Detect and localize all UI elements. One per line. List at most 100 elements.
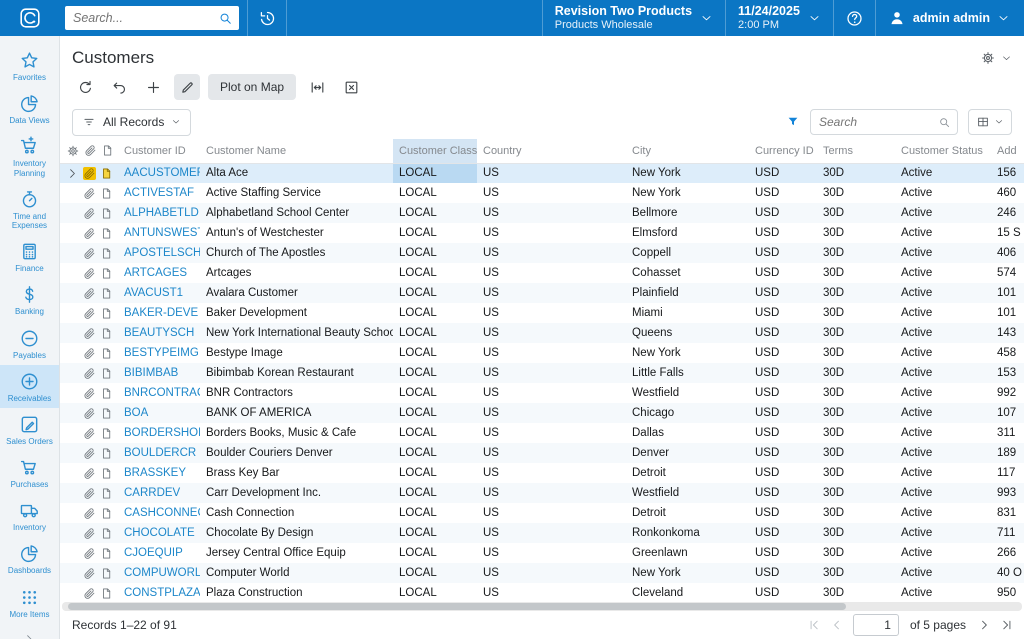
customer-class-cell[interactable]: LOCAL [393,203,477,223]
row-expand-icon[interactable] [66,307,79,320]
paperclip-icon[interactable] [83,287,96,300]
city-cell[interactable]: Detroit [626,503,749,523]
table-row[interactable]: CONSTPLAZA Plaza Construction LOCAL US C… [60,583,1024,600]
row-expand-icon[interactable] [66,407,79,420]
country-cell[interactable]: US [477,283,626,303]
customer-id-link[interactable]: CHOCOLATE [124,527,195,539]
address-cell[interactable]: 101 [991,303,1024,323]
sidebar-expand-button[interactable] [0,624,59,639]
customer-id-link[interactable]: BOA [124,407,148,419]
country-cell[interactable]: US [477,463,626,483]
paperclip-icon[interactable] [83,166,96,180]
status-cell[interactable]: Active [895,383,991,403]
status-cell[interactable]: Active [895,203,991,223]
customer-class-cell[interactable]: LOCAL [393,483,477,503]
address-cell[interactable]: 266 [991,543,1024,563]
customer-name-cell[interactable]: BNR Contractors [200,383,393,403]
column-header-customer-name[interactable]: Customer Name [200,139,393,164]
currency-cell[interactable]: USD [749,323,817,343]
city-cell[interactable]: Miami [626,303,749,323]
undo-button[interactable] [106,74,132,100]
status-cell[interactable]: Active [895,483,991,503]
row-expand-icon[interactable] [66,527,79,540]
customer-id-link[interactable]: APOSTELSCH [124,247,200,259]
row-expand-icon[interactable] [66,507,79,520]
table-row[interactable]: COMPUWORLD Computer World LOCAL US New Y… [60,563,1024,583]
currency-cell[interactable]: USD [749,423,817,443]
note-icon[interactable] [100,427,113,440]
note-icon[interactable] [100,487,113,500]
city-cell[interactable]: Bellmore [626,203,749,223]
terms-cell[interactable]: 30D [817,443,895,463]
customer-class-cell[interactable]: LOCAL [393,323,477,343]
row-expand-icon[interactable] [66,567,79,580]
customer-class-cell[interactable]: LOCAL [393,163,477,183]
table-row[interactable]: CARRDEV Carr Development Inc. LOCAL US W… [60,483,1024,503]
city-cell[interactable]: Denver [626,443,749,463]
customer-name-cell[interactable]: New York International Beauty School Ltd [200,323,393,343]
table-row[interactable]: BESTYPEIMG Bestype Image LOCAL US New Yo… [60,343,1024,363]
currency-cell[interactable]: USD [749,583,817,600]
terms-cell[interactable]: 30D [817,363,895,383]
customer-class-cell[interactable]: LOCAL [393,223,477,243]
scrollbar-thumb[interactable] [68,603,846,610]
paperclip-icon[interactable] [83,567,96,580]
customer-class-cell[interactable]: LOCAL [393,303,477,323]
note-icon[interactable] [100,207,113,220]
note-icon[interactable] [100,447,113,460]
status-cell[interactable]: Active [895,583,991,600]
column-header-currency-id[interactable]: Currency ID [749,139,817,164]
terms-cell[interactable]: 30D [817,463,895,483]
row-expand-icon[interactable] [66,547,79,560]
address-cell[interactable]: 574 [991,263,1024,283]
currency-cell[interactable]: USD [749,163,817,183]
row-expand-icon[interactable] [66,247,79,260]
status-cell[interactable]: Active [895,243,991,263]
currency-cell[interactable]: USD [749,383,817,403]
currency-cell[interactable]: USD [749,183,817,203]
city-cell[interactable]: Cleveland [626,583,749,600]
sidebar-item-inventory-planning[interactable]: Inventory Planning [0,130,59,182]
customer-name-cell[interactable]: Cash Connection [200,503,393,523]
customer-id-link[interactable]: ALPHABETLD [124,207,199,219]
city-cell[interactable]: New York [626,343,749,363]
column-header-customer-class[interactable]: Customer Class [393,139,477,164]
city-cell[interactable]: New York [626,183,749,203]
add-record-button[interactable] [140,74,166,100]
row-expand-icon[interactable] [66,487,79,500]
status-cell[interactable]: Active [895,363,991,383]
terms-cell[interactable]: 30D [817,183,895,203]
city-cell[interactable]: Queens [626,323,749,343]
customer-name-cell[interactable]: Active Staffing Service [200,183,393,203]
table-row[interactable]: ACTIVESTAF Active Staffing Service LOCAL… [60,183,1024,203]
country-cell[interactable]: US [477,203,626,223]
address-cell[interactable]: 40 O [991,563,1024,583]
customer-id-link[interactable]: BNRCONTRAC [124,387,200,399]
customer-name-cell[interactable]: Computer World [200,563,393,583]
customer-id-link[interactable]: ARTCAGES [124,267,187,279]
customer-class-cell[interactable]: LOCAL [393,263,477,283]
status-cell[interactable]: Active [895,343,991,363]
status-cell[interactable]: Active [895,463,991,483]
paperclip-icon[interactable] [83,467,96,480]
terms-cell[interactable]: 30D [817,543,895,563]
table-row[interactable]: BOA BANK OF AMERICA LOCAL US Chicago USD… [60,403,1024,423]
table-row[interactable]: CHOCOLATE Chocolate By Design LOCAL US R… [60,523,1024,543]
customer-name-cell[interactable]: Alphabetland School Center [200,203,393,223]
customer-name-cell[interactable]: Jersey Central Office Equip [200,543,393,563]
sidebar-item-banking[interactable]: Banking [0,278,59,321]
address-cell[interactable]: 950 [991,583,1024,600]
note-icon[interactable] [100,567,113,580]
table-row[interactable]: AACUSTOMER Alta Ace LOCAL US New York US… [60,163,1024,183]
address-cell[interactable]: 101 [991,283,1024,303]
sidebar-item-favorites[interactable]: Favorites [0,44,59,87]
city-cell[interactable]: Little Falls [626,363,749,383]
table-row[interactable]: BRASSKEY Brass Key Bar LOCAL US Detroit … [60,463,1024,483]
page-number-input[interactable] [852,614,899,636]
terms-cell[interactable]: 30D [817,163,895,183]
row-settings-gear-icon[interactable] [66,144,80,158]
column-configuration-button[interactable] [968,109,1012,135]
sidebar-item-purchases[interactable]: Purchases [0,451,59,494]
terms-cell[interactable]: 30D [817,203,895,223]
country-cell[interactable]: US [477,423,626,443]
